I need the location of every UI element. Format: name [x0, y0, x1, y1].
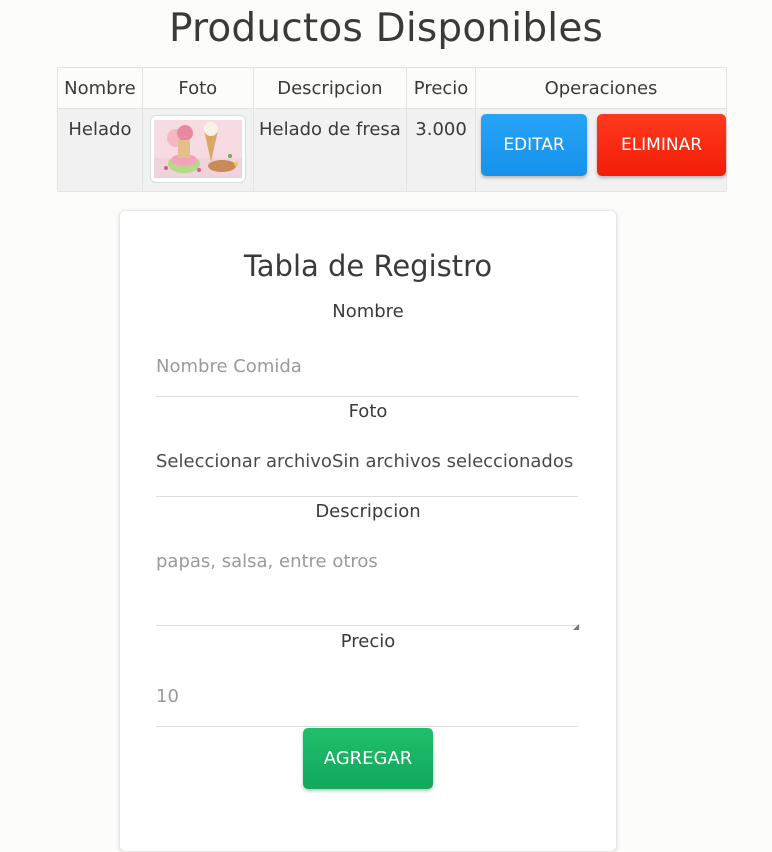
product-name: Helado	[68, 119, 132, 140]
add-button[interactable]: AGREGAR	[303, 728, 433, 789]
precio-input[interactable]	[156, 666, 578, 727]
cell-descripcion: Helado de fresa	[252, 108, 408, 192]
table-header-row: Nombre Foto Descripcion Precio Operacion…	[57, 67, 727, 109]
product-description: Helado de fresa	[258, 119, 401, 140]
cell-precio: 3.000	[406, 108, 476, 192]
header-operaciones: Operaciones	[475, 67, 727, 109]
ice-cream-photo	[153, 120, 242, 178]
cell-nombre: Helado	[57, 108, 143, 192]
descripcion-label: Descripcion	[315, 501, 421, 522]
page-title: Productos Disponibles	[168, 6, 604, 51]
product-photo	[149, 115, 246, 183]
nombre-label: Nombre	[332, 301, 404, 322]
header-nombre: Nombre	[57, 67, 143, 109]
form-title: Tabla de Registro	[243, 249, 493, 283]
precio-label: Precio	[340, 631, 396, 652]
cell-foto	[141, 108, 254, 192]
product-price: 3.000	[415, 119, 467, 140]
cell-operaciones: EDITAR ELIMINAR	[475, 108, 727, 192]
header-descripcion: Descripcion	[252, 67, 408, 109]
delete-button[interactable]: ELIMINAR	[597, 114, 726, 176]
edit-button[interactable]: EDITAR	[481, 114, 587, 176]
header-foto: Foto	[141, 67, 254, 109]
file-input[interactable]: Seleccionar archivoSin archivos seleccio…	[156, 439, 578, 497]
file-status-text: Sin archivos seleccionados	[331, 451, 574, 472]
file-select-button[interactable]: Seleccionar archivo	[156, 451, 332, 472]
nombre-input[interactable]	[156, 336, 578, 397]
row-actions: EDITAR ELIMINAR	[476, 109, 726, 176]
foto-label: Foto	[348, 401, 388, 422]
descripcion-textarea[interactable]	[156, 551, 578, 626]
registration-card: Tabla de Registro Nombre Foto Selecciona…	[119, 210, 617, 852]
table-row: Helado Helado de fresa 3.000 EDITAR ELIM…	[57, 108, 727, 192]
products-table: Nombre Foto Descripcion Precio Operacion…	[57, 67, 727, 192]
resize-handle-icon[interactable]: ◢	[573, 622, 579, 631]
header-precio: Precio	[406, 67, 476, 109]
